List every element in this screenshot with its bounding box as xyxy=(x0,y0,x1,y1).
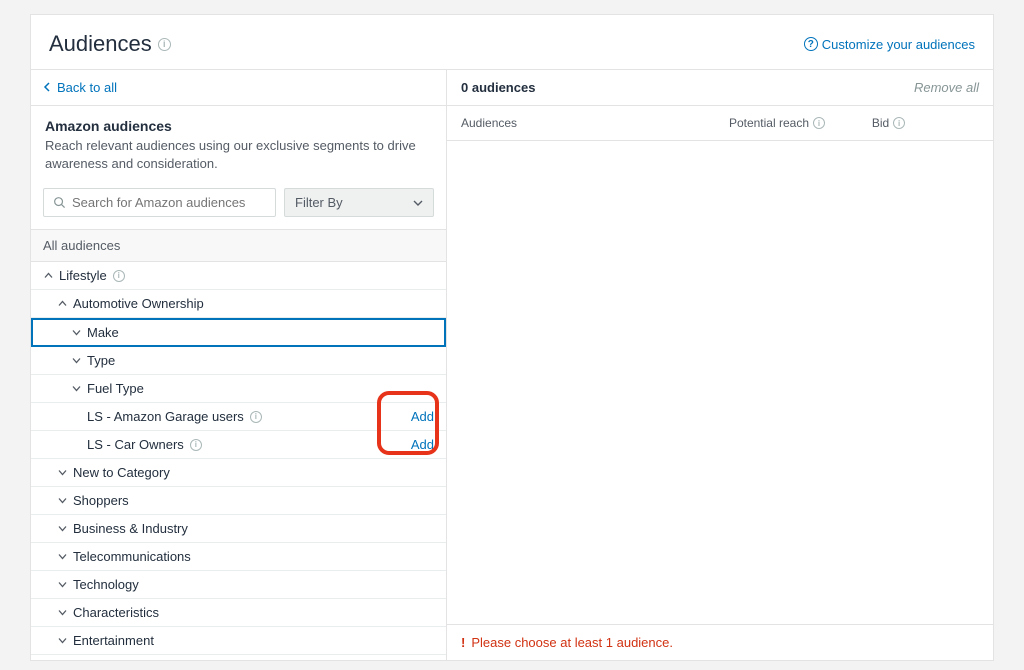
tree-node-telecommunications[interactable]: Telecommunications xyxy=(31,543,446,571)
caret-down-icon xyxy=(57,636,67,646)
error-icon: ! xyxy=(461,635,465,650)
caret-down-icon xyxy=(57,496,67,506)
col-header-audiences: Audiences xyxy=(461,116,729,130)
amazon-audiences-heading: Amazon audiences xyxy=(45,118,432,134)
info-icon[interactable] xyxy=(813,117,825,129)
tree-leaf-garage-users[interactable]: LS - Amazon Garage users Add xyxy=(31,403,446,431)
customize-audiences-link[interactable]: Customize your audiences xyxy=(804,37,975,52)
search-input-wrap[interactable] xyxy=(43,188,276,217)
all-audiences-header: All audiences xyxy=(31,229,446,262)
back-to-all-link[interactable]: Back to all xyxy=(43,80,117,95)
info-icon[interactable] xyxy=(158,38,171,51)
tree-node-entertainment[interactable]: Entertainment xyxy=(31,627,446,655)
info-icon[interactable] xyxy=(893,117,905,129)
tree-node-business-industry[interactable]: Business & Industry xyxy=(31,515,446,543)
filter-label: Filter By xyxy=(295,195,343,210)
search-input[interactable] xyxy=(72,195,267,210)
tree-node-type[interactable]: Type xyxy=(31,347,446,375)
tree-node-characteristics[interactable]: Characteristics xyxy=(31,599,446,627)
tree-node-shoppers[interactable]: Shoppers xyxy=(31,487,446,515)
tree-node-lifestyle[interactable]: Lifestyle xyxy=(31,262,446,290)
caret-down-icon xyxy=(57,524,67,534)
tree-node-new-to-category[interactable]: New to Category xyxy=(31,459,446,487)
caret-down-icon xyxy=(71,328,81,338)
remove-all-link[interactable]: Remove all xyxy=(914,80,979,95)
error-message: ! Please choose at least 1 audience. xyxy=(447,624,993,660)
add-button[interactable]: Add xyxy=(411,437,434,452)
caret-down-icon xyxy=(71,356,81,366)
tree-node-subscriptions[interactable]: Subscriptions xyxy=(31,655,446,660)
info-icon[interactable] xyxy=(113,270,125,282)
chevron-down-icon xyxy=(413,195,423,210)
tree-node-automotive-ownership[interactable]: Automotive Ownership xyxy=(31,290,446,318)
info-icon[interactable] xyxy=(190,439,202,451)
caret-down-icon xyxy=(57,608,67,618)
caret-down-icon xyxy=(57,580,67,590)
help-icon xyxy=(804,37,818,51)
amazon-audiences-description: Reach relevant audiences using our exclu… xyxy=(45,137,432,172)
tree-leaf-car-owners[interactable]: LS - Car Owners Add xyxy=(31,431,446,459)
caret-up-icon xyxy=(57,299,67,309)
back-link-text: Back to all xyxy=(57,80,117,95)
caret-up-icon xyxy=(43,271,53,281)
search-icon xyxy=(52,196,66,210)
customize-link-text: Customize your audiences xyxy=(822,37,975,52)
col-header-potential-reach: Potential reach xyxy=(729,116,872,130)
page-title-text: Audiences xyxy=(49,31,152,57)
col-header-bid: Bid xyxy=(872,116,979,130)
filter-by-dropdown[interactable]: Filter By xyxy=(284,188,434,217)
caret-down-icon xyxy=(71,384,81,394)
tree-node-technology[interactable]: Technology xyxy=(31,571,446,599)
caret-down-icon xyxy=(57,552,67,562)
audience-count-label: 0 audiences xyxy=(461,80,535,95)
tree-node-make[interactable]: Make xyxy=(31,318,446,347)
info-icon[interactable] xyxy=(250,411,262,423)
chevron-left-icon xyxy=(43,80,51,95)
caret-down-icon xyxy=(57,468,67,478)
page-title: Audiences xyxy=(49,31,171,57)
tree-node-fuel-type[interactable]: Fuel Type xyxy=(31,375,446,403)
add-button[interactable]: Add xyxy=(411,409,434,424)
audiences-tree[interactable]: Lifestyle Automotive Ownership Make xyxy=(31,262,446,660)
